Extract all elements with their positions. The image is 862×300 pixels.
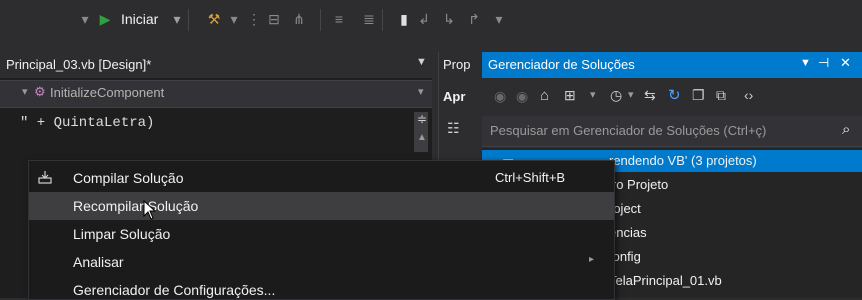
categorized-icon[interactable]: ☷	[447, 120, 460, 137]
clear-bookmark-icon[interactable]: ↱	[465, 10, 483, 28]
indent-icon[interactable]: ⊟	[265, 10, 283, 28]
context-menu: Compilar Solução Ctrl+Shift+B Recompilar…	[28, 160, 615, 300]
show-all-files-icon[interactable]: ⧉	[716, 87, 726, 104]
method-icon: ⚙	[34, 84, 46, 99]
properties-title[interactable]: Prop	[443, 57, 483, 72]
search-icon[interactable]: ⌕	[842, 121, 850, 138]
tree-item-label: iro Projeto	[609, 177, 669, 192]
chevron-down-icon[interactable]: ▾	[418, 85, 424, 98]
member-dropdown[interactable]: ▾ ⚙ InitializeComponent ▾	[0, 80, 432, 108]
menu-item-configuration-manager[interactable]: Gerenciador de Configurações...	[29, 276, 614, 298]
solution-explorer-title: Gerenciador de Soluções	[488, 57, 635, 72]
tree-item-label: TelaPrincipal_01.vb	[609, 273, 722, 288]
document-tab[interactable]: Principal_03.vb [Design]* ▼	[0, 52, 432, 78]
close-icon[interactable]: ✕	[840, 55, 851, 71]
sync-icon[interactable]: ⇆	[644, 87, 656, 104]
menu-item-clean-solution[interactable]: Limpar Solução	[29, 220, 614, 248]
chevron-down-icon[interactable]: ▾	[22, 85, 28, 98]
dropdown-arrow-icon[interactable]: ▾	[590, 88, 596, 101]
tree-item-label: rendendo VB' (3 projetos)	[609, 153, 757, 168]
bookmark-icon[interactable]: ▮	[395, 10, 413, 28]
pin-icon[interactable]: ⊣	[818, 55, 829, 71]
split-icon[interactable]: ≑	[417, 112, 427, 126]
solution-explorer-toolbar: ◉ ◉ ⌂ ⊞ ▾ ◷ ▾ ⇆ ↻ ❐ ⧉ ‹›	[482, 80, 862, 114]
run-button[interactable]: Iniciar	[121, 10, 158, 28]
menu-item-label: Limpar Solução	[73, 226, 171, 242]
document-tab-title: Principal_03.vb [Design]*	[6, 57, 152, 72]
toolbar: ▾ ▶ Iniciar ▾ ⚒ ▾ ⋮ ⊟ ⋔ ≡ ≣ ▮ ↲ ↳ ↱ ▾	[0, 0, 862, 40]
code-line[interactable]: " + QuintaLetra)	[20, 115, 154, 131]
build-icon	[37, 169, 53, 185]
dropdown-arrow-icon[interactable]: ▾	[76, 10, 94, 28]
menu-item-shortcut: Ctrl+Shift+B	[495, 170, 566, 185]
pending-changes-icon[interactable]: ◷	[610, 87, 622, 104]
submenu-arrow-icon: ▸	[589, 254, 595, 265]
view-code-icon[interactable]: ‹›	[744, 87, 753, 103]
hammer-icon[interactable]: ⚒	[205, 10, 223, 28]
overflow-icon[interactable]: ▾	[225, 10, 243, 28]
prev-bookmark-icon[interactable]: ↳	[440, 10, 458, 28]
forward-icon[interactable]: ◉	[516, 88, 528, 105]
run-dropdown-icon[interactable]: ▾	[168, 10, 186, 28]
home-icon[interactable]: ⌂	[540, 87, 549, 104]
menu-item-build-solution[interactable]: Compilar Solução Ctrl+Shift+B	[29, 164, 614, 192]
search-placeholder: Pesquisar em Gerenciador de Soluções (Ct…	[490, 123, 767, 138]
menu-item-label: Analisar	[73, 254, 124, 270]
toolbar-separator	[320, 9, 321, 31]
menu-item-label: Compilar Solução	[73, 170, 184, 186]
menu-item-label: Gerenciador de Configurações...	[73, 282, 276, 298]
menu-item-analyze[interactable]: Analisar ▸	[29, 248, 614, 276]
align-icon[interactable]: ⋮	[245, 10, 263, 28]
vertical-scrollbar[interactable]: ≑ ▲	[414, 112, 428, 152]
menu-item-rebuild-solution[interactable]: Recompilar Solução	[29, 192, 614, 220]
play-icon[interactable]: ▶	[96, 10, 114, 28]
next-bookmark-icon[interactable]: ↲	[415, 10, 433, 28]
refresh-icon[interactable]: ↻	[668, 86, 681, 104]
dropdown-arrow-icon[interactable]: ▾	[628, 88, 634, 101]
comment-icon[interactable]: ≡	[330, 10, 348, 28]
window-menu-icon[interactable]: ▼	[800, 57, 811, 69]
properties-subtitle: Apr	[443, 89, 466, 104]
switch-views-icon[interactable]: ⊞	[564, 87, 576, 104]
collapse-all-icon[interactable]: ❐	[692, 87, 705, 104]
member-label: InitializeComponent	[50, 85, 165, 100]
toolbar-separator	[188, 9, 189, 31]
menu-item-label: Recompilar Solução	[73, 198, 199, 214]
tab-dropdown-icon[interactable]: ▼	[416, 56, 427, 68]
back-icon[interactable]: ◉	[494, 88, 506, 105]
overflow-icon[interactable]: ▾	[490, 10, 508, 28]
toolbar-separator	[382, 9, 383, 31]
solution-search-input[interactable]: Pesquisar em Gerenciador de Soluções (Ct…	[482, 116, 862, 147]
solution-explorer-title-bar[interactable]: Gerenciador de Soluções ▼ ⊣ ✕	[482, 52, 862, 78]
scroll-up-icon[interactable]: ▲	[417, 132, 427, 143]
uncomment-icon[interactable]: ≣	[360, 10, 378, 28]
tabular-icon[interactable]: ⋔	[290, 10, 308, 28]
